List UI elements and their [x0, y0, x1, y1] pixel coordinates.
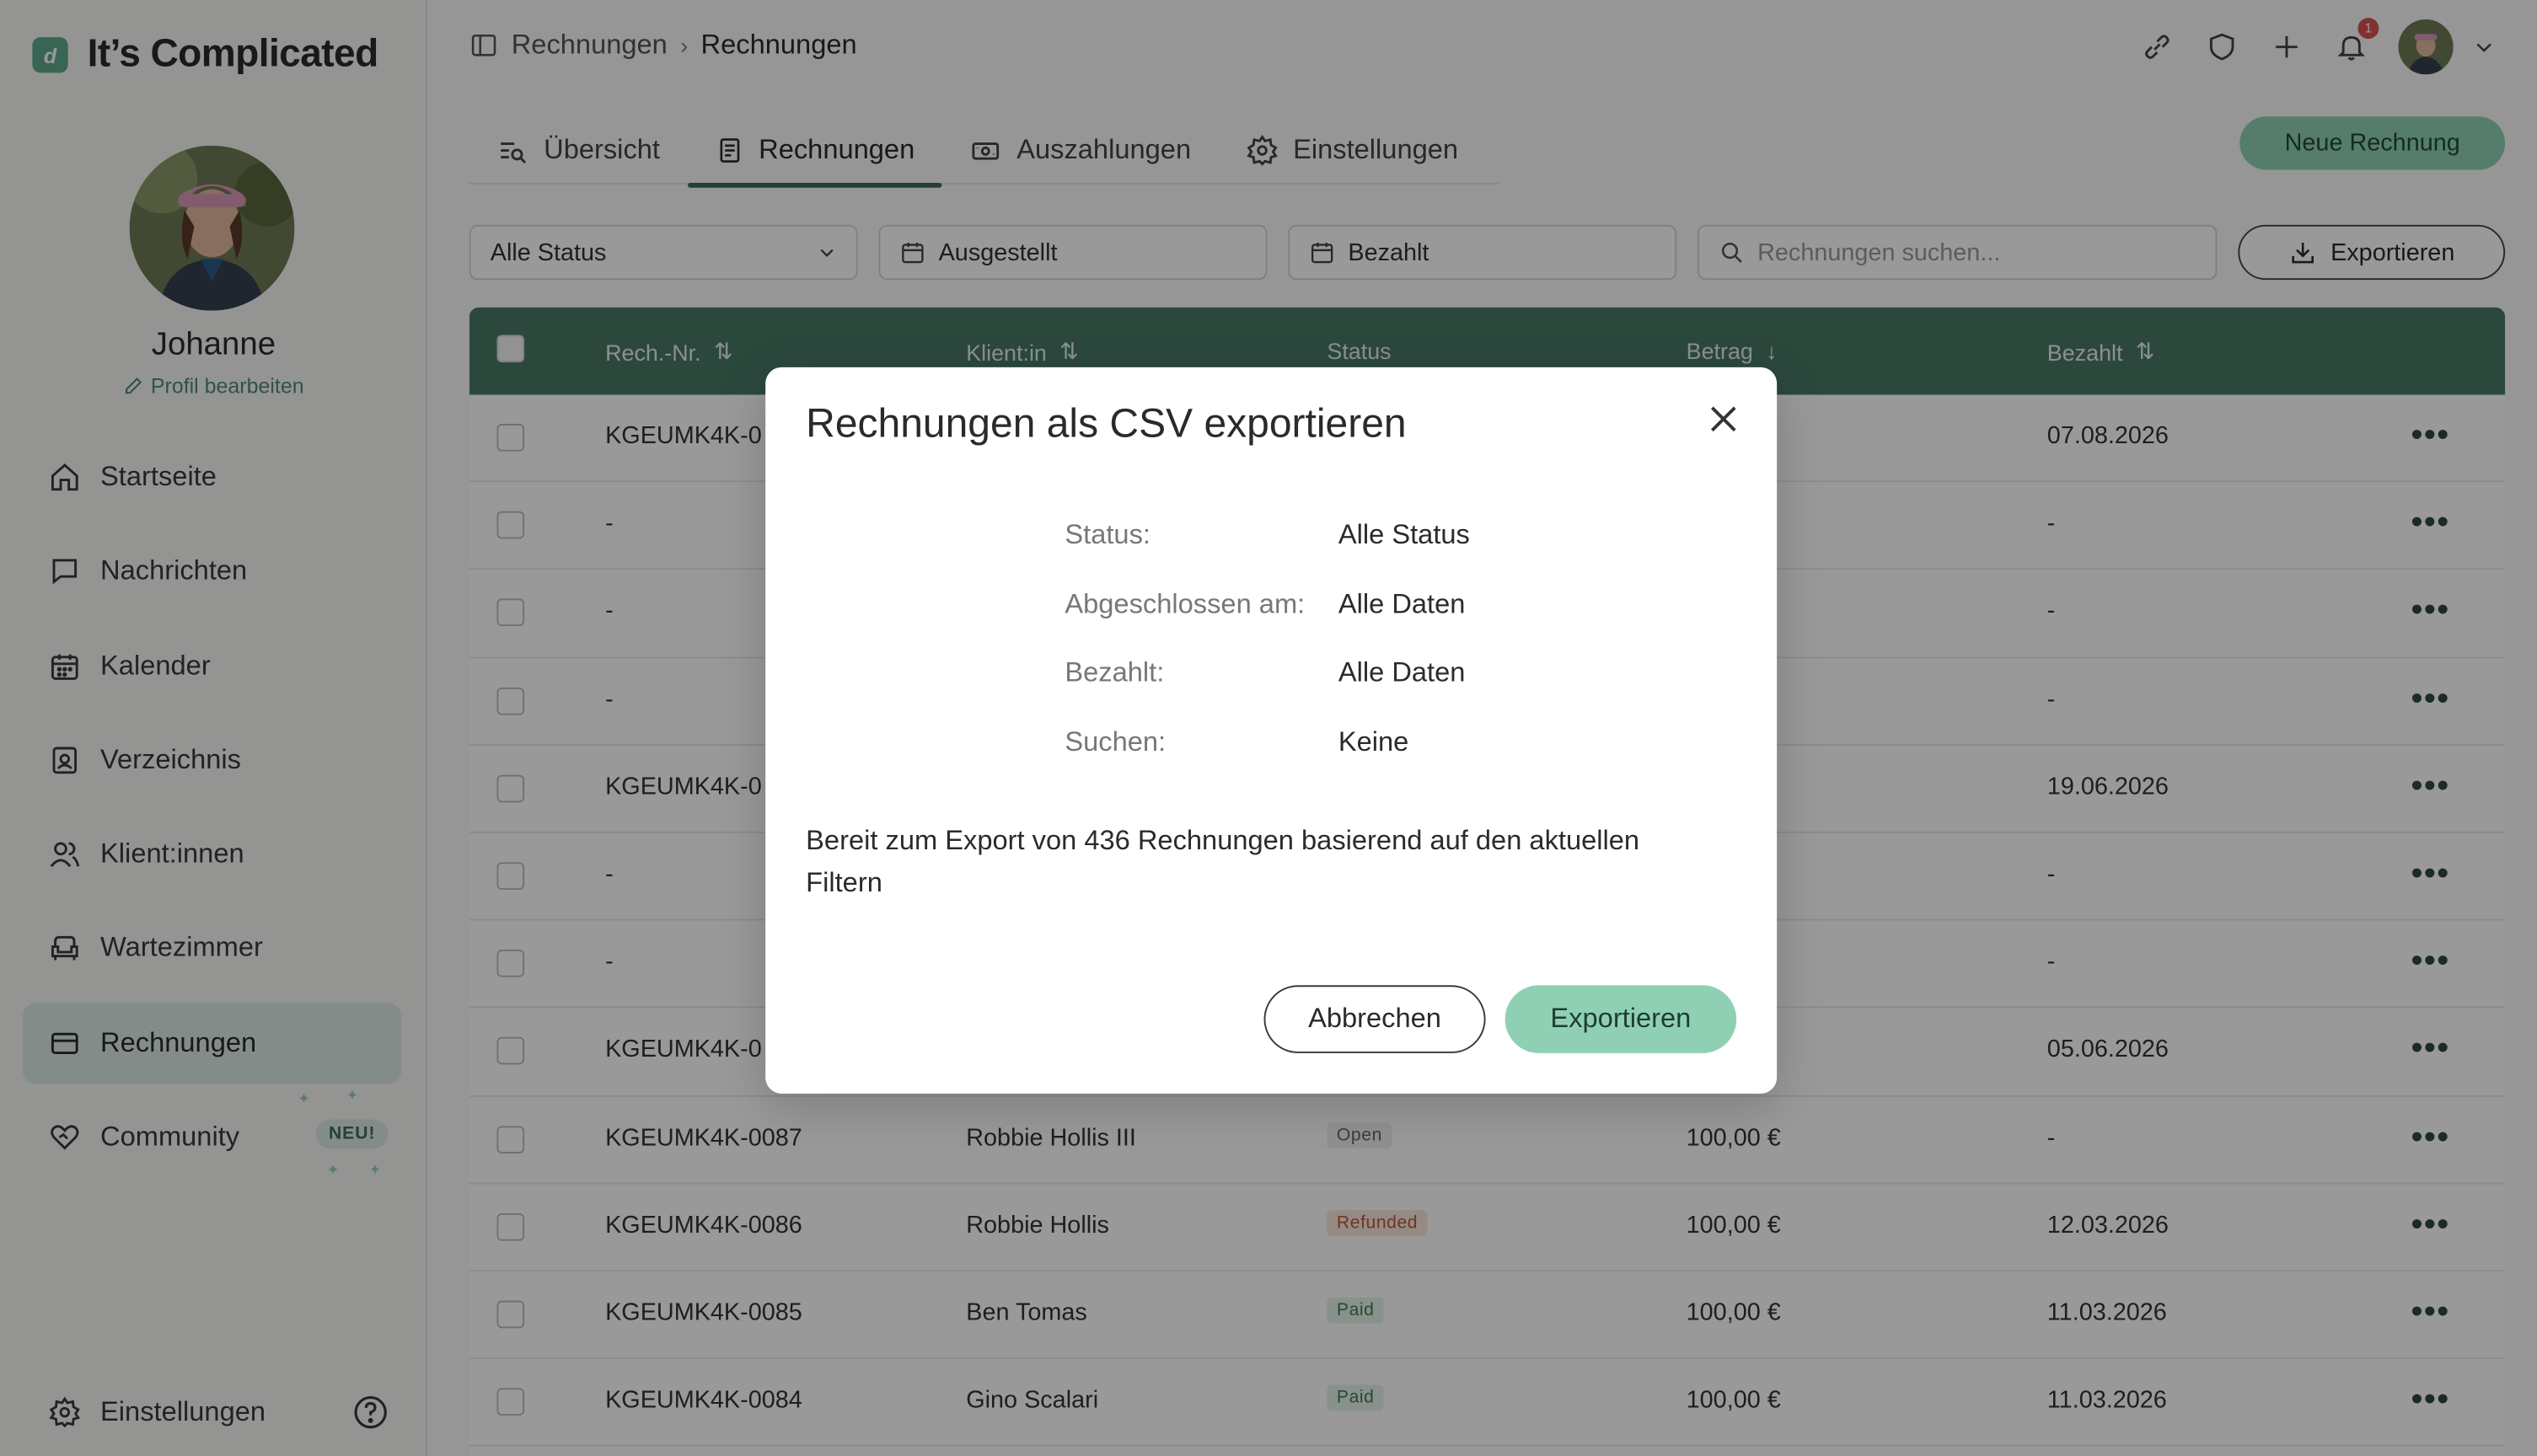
summary-key: Status:	[1065, 519, 1150, 550]
export-filter-summary: Status: Alle Status Abgeschlossen am: Alle…	[1065, 519, 1712, 795]
summary-row-status: Status: Alle Status	[1065, 519, 1712, 588]
summary-key: Abgeschlossen am:	[1065, 588, 1306, 619]
summary-row-paid: Bezahlt: Alle Daten	[1065, 657, 1712, 726]
export-csv-dialog: Rechnungen als CSV exportieren Status: Al…	[765, 367, 1778, 1094]
app-root: d It’s Complicated Johanne Profil bearbe…	[0, 0, 2537, 1456]
confirm-export-button[interactable]: Exportieren	[1504, 985, 1737, 1053]
summary-value: Alle Daten	[1338, 588, 1466, 619]
summary-value: Alle Daten	[1338, 656, 1466, 688]
summary-key: Bezahlt:	[1065, 656, 1165, 688]
summary-value: Keine	[1338, 725, 1409, 757]
summary-value: Alle Status	[1338, 519, 1470, 550]
summary-key: Suchen:	[1065, 725, 1167, 757]
export-message: Bereit zum Export von 436 Rechnungen bas…	[806, 825, 1640, 898]
close-icon[interactable]	[1704, 399, 1743, 438]
summary-row-closed: Abgeschlossen am: Alle Daten	[1065, 588, 1712, 657]
summary-row-search: Suchen: Keine	[1065, 726, 1712, 795]
dialog-title: Rechnungen als CSV exportieren	[806, 401, 1407, 447]
cancel-button[interactable]: Abbrechen	[1263, 985, 1486, 1053]
